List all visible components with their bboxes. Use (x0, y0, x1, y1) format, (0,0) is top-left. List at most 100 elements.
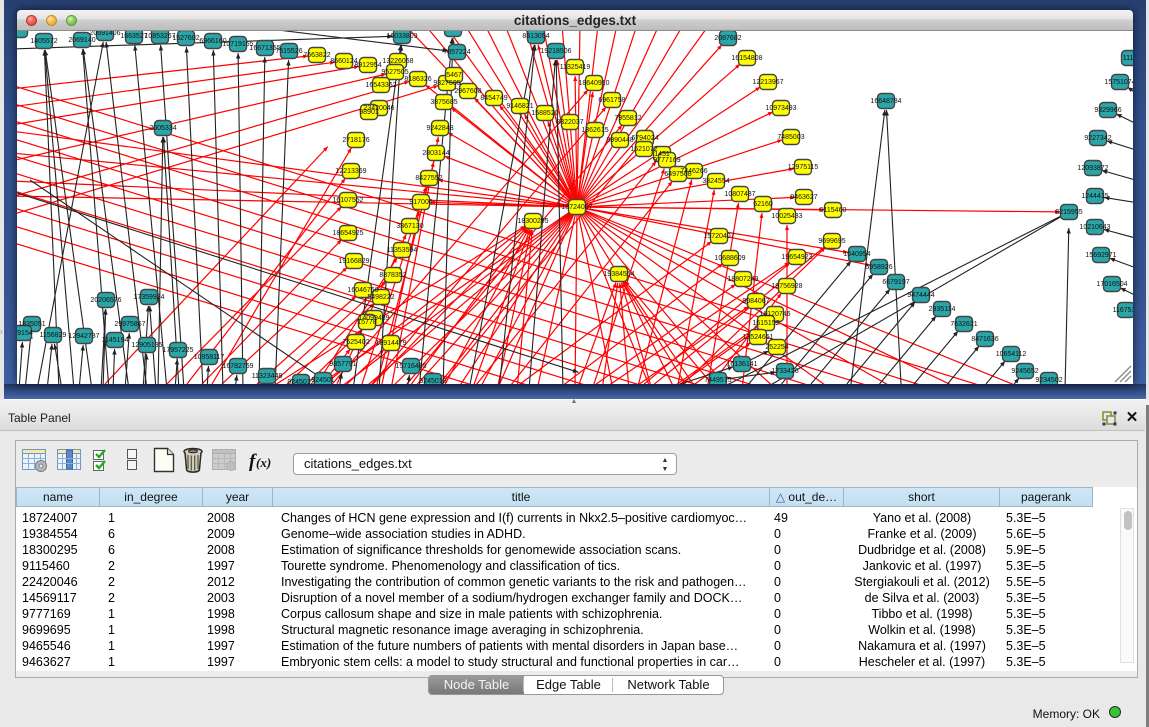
svg-text:11323448: 11323448 (252, 373, 283, 380)
svg-text:(x): (x) (256, 455, 271, 470)
svg-text:10807487: 10807487 (724, 191, 755, 198)
svg-text:16914479: 16914479 (375, 340, 406, 347)
svg-text:1640954: 1640954 (843, 251, 870, 258)
svg-text:1145194: 1145194 (102, 337, 129, 344)
svg-text:15716485: 15716485 (395, 363, 426, 370)
svg-text:9084067: 9084067 (742, 298, 769, 305)
svg-text:16136141: 16136141 (726, 361, 757, 368)
svg-text:10654112: 10654112 (996, 351, 1027, 358)
svg-text:3867130: 3867130 (396, 223, 423, 230)
svg-text:12942737: 12942737 (68, 333, 99, 340)
svg-text:9245012: 9245012 (287, 379, 314, 384)
svg-text:1588520: 1588520 (531, 110, 558, 117)
svg-text:3824554: 3824554 (702, 178, 729, 185)
svg-text:19218506: 19218506 (540, 48, 571, 55)
svg-text:2803144: 2803144 (422, 150, 449, 157)
svg-text:1527602: 1527602 (172, 35, 199, 42)
svg-text:9474444: 9474444 (907, 292, 934, 299)
svg-text:19756928: 19756928 (771, 283, 802, 290)
svg-text:16648784: 16648784 (870, 98, 901, 105)
svg-text:1835051: 1835051 (18, 321, 45, 328)
svg-text:10688609: 10688609 (714, 255, 745, 262)
svg-text:16782759: 16782759 (222, 363, 253, 370)
svg-text:18724007: 18724007 (561, 204, 592, 211)
svg-text:39154: 39154 (17, 330, 33, 337)
svg-text:9242848: 9242848 (426, 125, 453, 132)
svg-text:12213967: 12213967 (752, 79, 783, 86)
svg-text:7485003: 7485003 (777, 134, 804, 141)
svg-text:2967608: 2967608 (454, 88, 481, 95)
svg-text:10958117: 10958117 (194, 354, 225, 361)
svg-text:20206576: 20206576 (90, 297, 121, 304)
svg-text:10973493: 10973493 (765, 105, 796, 112)
svg-text:17359924: 17359924 (133, 294, 164, 301)
svg-text:9245013: 9245013 (419, 378, 446, 384)
svg-text:9527505: 9527505 (381, 69, 408, 76)
svg-text:18654925: 18654925 (332, 230, 363, 237)
svg-text:7955812: 7955812 (614, 115, 641, 122)
svg-text:252254: 252254 (765, 344, 788, 351)
svg-text:15778: 15778 (357, 319, 377, 326)
svg-text:15751074: 15751074 (1104, 79, 1133, 86)
svg-text:7449575: 7449575 (704, 377, 731, 384)
svg-text:16120746: 16120746 (759, 311, 790, 318)
svg-text:8215955: 8215955 (1055, 209, 1082, 216)
svg-text:1615152: 1615152 (752, 320, 779, 327)
svg-text:7663822: 7663822 (303, 52, 330, 59)
svg-text:7625402: 7625402 (342, 339, 369, 346)
svg-text:11325419: 11325419 (560, 64, 591, 71)
svg-text:17957225: 17957225 (162, 347, 193, 354)
svg-text:1167533: 1167533 (1113, 307, 1133, 314)
svg-text:19166829: 19166829 (338, 258, 369, 265)
svg-text:9463627: 9463627 (790, 194, 817, 201)
svg-text:16107552: 16107552 (332, 197, 363, 204)
svg-text:2718176: 2718176 (342, 137, 369, 144)
svg-text:924501: 924501 (311, 377, 334, 384)
svg-text:19384554: 19384554 (603, 271, 634, 278)
svg-text:6679197: 6679197 (882, 279, 909, 286)
svg-text:1362615: 1362615 (581, 127, 608, 134)
svg-text:5958926: 5958926 (865, 264, 892, 271)
svg-text:10853267: 10853267 (144, 33, 175, 40)
svg-text:98901: 98901 (359, 109, 379, 116)
svg-text:12093872: 12093872 (1077, 165, 1108, 172)
svg-text:29975867: 29975867 (114, 321, 145, 328)
svg-text:9329966: 9329966 (1094, 107, 1121, 114)
svg-text:6794024: 6794024 (631, 135, 658, 142)
svg-text:917006: 917006 (409, 199, 432, 206)
svg-text:8471636: 8471636 (971, 336, 998, 343)
svg-text:17016504: 17016504 (1096, 281, 1127, 288)
svg-text:12905135: 12905135 (131, 342, 162, 349)
svg-text:8454749: 8454749 (480, 95, 507, 102)
svg-text:12213369: 12213369 (335, 168, 366, 175)
svg-text:18807249: 18807249 (727, 276, 758, 283)
svg-text:9146821: 9146821 (506, 103, 533, 110)
svg-text:11353594: 11353594 (387, 247, 418, 254)
svg-text:16154808: 16154808 (731, 55, 762, 62)
svg-text:9327505: 9327505 (433, 80, 460, 87)
svg-text:8878352: 8878352 (379, 272, 406, 279)
svg-text:7632621: 7632621 (950, 321, 977, 328)
svg-text:3875685: 3875685 (430, 99, 457, 106)
svg-text:9115460: 9115460 (820, 207, 847, 214)
svg-text:6961758: 6961758 (598, 97, 625, 104)
svg-text:9572240: 9572240 (439, 31, 466, 33)
svg-text:8990448: 8990448 (606, 137, 633, 144)
svg-text:8912954: 8912954 (354, 62, 381, 69)
svg-text:9857791: 9857791 (329, 361, 356, 368)
svg-text:16033809: 16033809 (386, 33, 417, 40)
svg-text:13524651: 13524651 (742, 334, 773, 341)
svg-text:2069140: 2069140 (68, 37, 95, 44)
svg-text:2087682: 2087682 (714, 35, 741, 42)
svg-text:19654923: 19654923 (781, 254, 812, 261)
svg-text:7515526: 7515526 (275, 48, 302, 55)
svg-text:8186326: 8186326 (404, 76, 431, 83)
svg-text:20691406: 20691406 (89, 31, 120, 37)
svg-text:1156829: 1156829 (40, 332, 67, 339)
svg-text:10025433: 10025433 (771, 213, 802, 220)
svg-text:18640910: 18640910 (578, 80, 609, 87)
svg-text:62160: 62160 (753, 201, 773, 208)
svg-text:8427552: 8427552 (415, 175, 442, 182)
svg-text:15692971: 15692971 (1085, 252, 1116, 259)
svg-text:9234502: 9234502 (1035, 377, 1062, 384)
